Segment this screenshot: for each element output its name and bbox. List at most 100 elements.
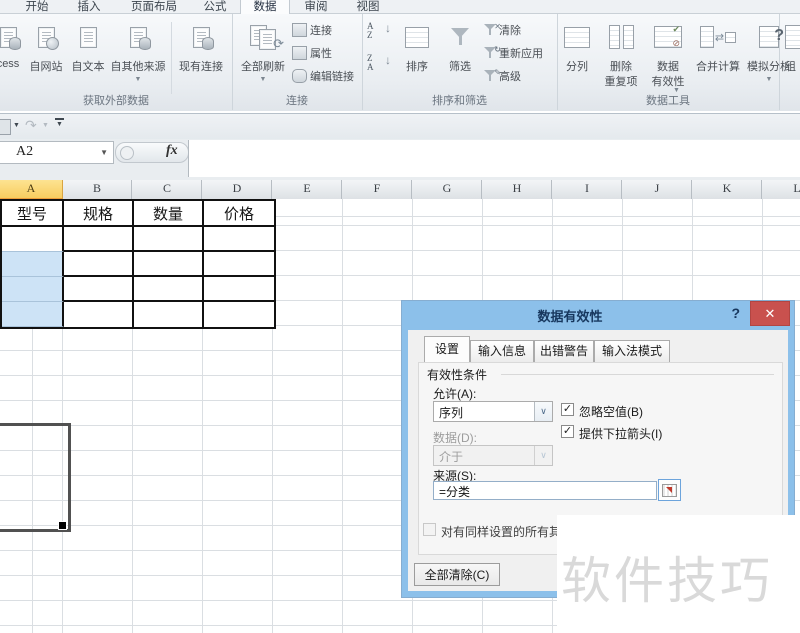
- sort-button[interactable]: 排序: [396, 16, 438, 102]
- redo-icon[interactable]: ↷: [25, 117, 37, 134]
- refresh-all-button[interactable]: ⟳ 全部刷新 ▼: [236, 16, 290, 102]
- properties-button[interactable]: 属性: [292, 45, 332, 61]
- column-header[interactable]: J: [622, 181, 692, 196]
- column-header[interactable]: F: [342, 181, 412, 196]
- group-get-external-data: cess 自网站 自文本 自其他来源 ▼ 现有连接 获取外部数据: [0, 14, 233, 110]
- reapply-button[interactable]: ↻ 重新应用: [484, 45, 543, 61]
- tab-data[interactable]: 数据: [240, 0, 290, 14]
- edit-links-icon: [292, 69, 307, 83]
- filter-button[interactable]: 筛选: [440, 16, 480, 102]
- column-header[interactable]: K: [692, 181, 762, 196]
- cell-b1[interactable]: 规格: [64, 201, 134, 227]
- column-header[interactable]: I: [552, 181, 622, 196]
- advanced-filter-icon: ✎: [484, 68, 501, 82]
- sort-ascending-button[interactable]: A Z ↓: [367, 22, 393, 48]
- column-header[interactable]: L: [762, 181, 800, 196]
- text-to-columns-button[interactable]: 分列: [559, 16, 595, 102]
- data-dropdown-disabled: 介于 ∨: [433, 445, 553, 466]
- from-web-button[interactable]: 自网站: [24, 16, 68, 102]
- cell-d2[interactable]: [204, 227, 274, 252]
- formula-collapse-icon[interactable]: [120, 146, 134, 160]
- advanced-filter-button[interactable]: ✎ 高级: [484, 68, 521, 84]
- cell-c1[interactable]: 数量: [134, 201, 204, 227]
- clear-all-button[interactable]: 全部清除(C): [414, 563, 500, 586]
- dialog-tab-ime-mode[interactable]: 输入法模式: [594, 340, 670, 362]
- dialog-help-button[interactable]: ?: [731, 305, 740, 321]
- refresh-all-icon: ⟳: [236, 20, 290, 54]
- in-cell-dropdown-checkbox[interactable]: ✓: [561, 425, 574, 438]
- reapply-icon: ↻: [484, 45, 501, 59]
- tab-home[interactable]: 开始: [17, 0, 57, 13]
- column-header[interactable]: E: [272, 181, 342, 196]
- insert-function-button[interactable]: fx: [166, 143, 178, 159]
- name-box-dropdown-icon[interactable]: ▼: [100, 148, 108, 157]
- cell-c5[interactable]: [134, 302, 204, 327]
- red-arrow-icon: [666, 487, 672, 493]
- cell-a4-selected[interactable]: [2, 277, 64, 302]
- name-box-input[interactable]: [14, 143, 78, 161]
- allow-label: 允许(A):: [433, 387, 477, 401]
- connections-button[interactable]: 连接: [292, 22, 332, 38]
- column-header[interactable]: B: [62, 181, 132, 196]
- remove-duplicates-button[interactable]: 删除 重复项: [597, 16, 645, 102]
- chevron-down-icon[interactable]: ∨: [534, 402, 552, 421]
- cell-d3[interactable]: [204, 252, 274, 277]
- dropdown-arrow-icon[interactable]: ▼: [42, 122, 49, 129]
- dialog-tab-settings[interactable]: 设置: [424, 336, 470, 362]
- fill-handle[interactable]: [58, 521, 67, 530]
- cell-c2[interactable]: [134, 227, 204, 252]
- cell-a1[interactable]: 型号: [2, 201, 64, 227]
- cell-a5-selected[interactable]: [2, 302, 64, 327]
- column-header[interactable]: H: [482, 181, 552, 196]
- cell-d1[interactable]: 价格: [204, 201, 274, 227]
- from-text-button[interactable]: 自文本: [68, 16, 108, 102]
- column-header[interactable]: G: [412, 181, 482, 196]
- column-header[interactable]: C: [132, 181, 202, 196]
- qat-partial-icon[interactable]: [0, 119, 11, 135]
- cell-d4[interactable]: [204, 277, 274, 302]
- tab-formulas[interactable]: 公式: [195, 0, 235, 13]
- consolidate-button[interactable]: ⇄ 合并计算: [691, 16, 745, 102]
- source-input[interactable]: [433, 481, 657, 500]
- name-box[interactable]: ▼: [0, 141, 114, 164]
- cell-b5[interactable]: [64, 302, 134, 327]
- cell-b4[interactable]: [64, 277, 134, 302]
- cell-a2-active[interactable]: [2, 227, 64, 252]
- tab-page-layout[interactable]: 页面布局: [117, 0, 191, 13]
- cell-a3-selected[interactable]: [2, 252, 64, 277]
- from-other-sources-button[interactable]: 自其他来源 ▼: [106, 16, 170, 102]
- dialog-close-button[interactable]: ✕: [750, 301, 790, 326]
- cell-b3[interactable]: [64, 252, 134, 277]
- dialog-tab-error-alert[interactable]: 出错警告: [534, 340, 594, 362]
- range-picker-button[interactable]: [658, 479, 681, 501]
- group-data-tools: 分列 删除 重复项 ✔ ⊘ 数据 有效性 ▼ ⇄ 合并计算 ? 模拟分析 ▼ 数…: [557, 14, 791, 110]
- tab-review[interactable]: 审阅: [296, 0, 336, 13]
- formula-input[interactable]: [188, 140, 800, 177]
- from-access-button[interactable]: cess: [0, 16, 22, 102]
- tab-view[interactable]: 视图: [348, 0, 388, 13]
- cell-d5[interactable]: [204, 302, 274, 327]
- dialog-tab-input-message[interactable]: 输入信息: [470, 340, 534, 362]
- formula-bar-row: ▼ fx: [0, 139, 800, 181]
- group-button-partial[interactable]: 组: [785, 16, 800, 102]
- allow-dropdown[interactable]: 序列 ∨: [433, 401, 553, 422]
- column-header[interactable]: D: [202, 181, 272, 196]
- access-database-icon: [0, 20, 22, 54]
- ignore-blank-checkbox[interactable]: ✓: [561, 403, 574, 416]
- text-file-icon: [68, 20, 108, 54]
- clear-filter-button[interactable]: ✕ 清除: [484, 22, 521, 38]
- sort-descending-button[interactable]: Z A ↓: [367, 54, 393, 80]
- customize-qat-icon[interactable]: ▼: [55, 118, 64, 128]
- existing-connections-button[interactable]: 现有连接: [173, 16, 229, 102]
- cell-b2[interactable]: [64, 227, 134, 252]
- column-header-a[interactable]: A: [0, 180, 63, 200]
- chevron-down-icon: ∨: [534, 446, 552, 465]
- cell-c3[interactable]: [134, 252, 204, 277]
- dropdown-arrow-icon[interactable]: ▼: [13, 122, 20, 129]
- source-input-field[interactable]: [437, 483, 651, 499]
- tab-insert[interactable]: 插入: [69, 0, 109, 13]
- data-validation-button[interactable]: ✔ ⊘ 数据 有效性 ▼: [645, 16, 691, 102]
- apply-all-checkbox[interactable]: [423, 523, 436, 536]
- cell-c4[interactable]: [134, 277, 204, 302]
- edit-links-button[interactable]: 编辑链接: [292, 68, 354, 84]
